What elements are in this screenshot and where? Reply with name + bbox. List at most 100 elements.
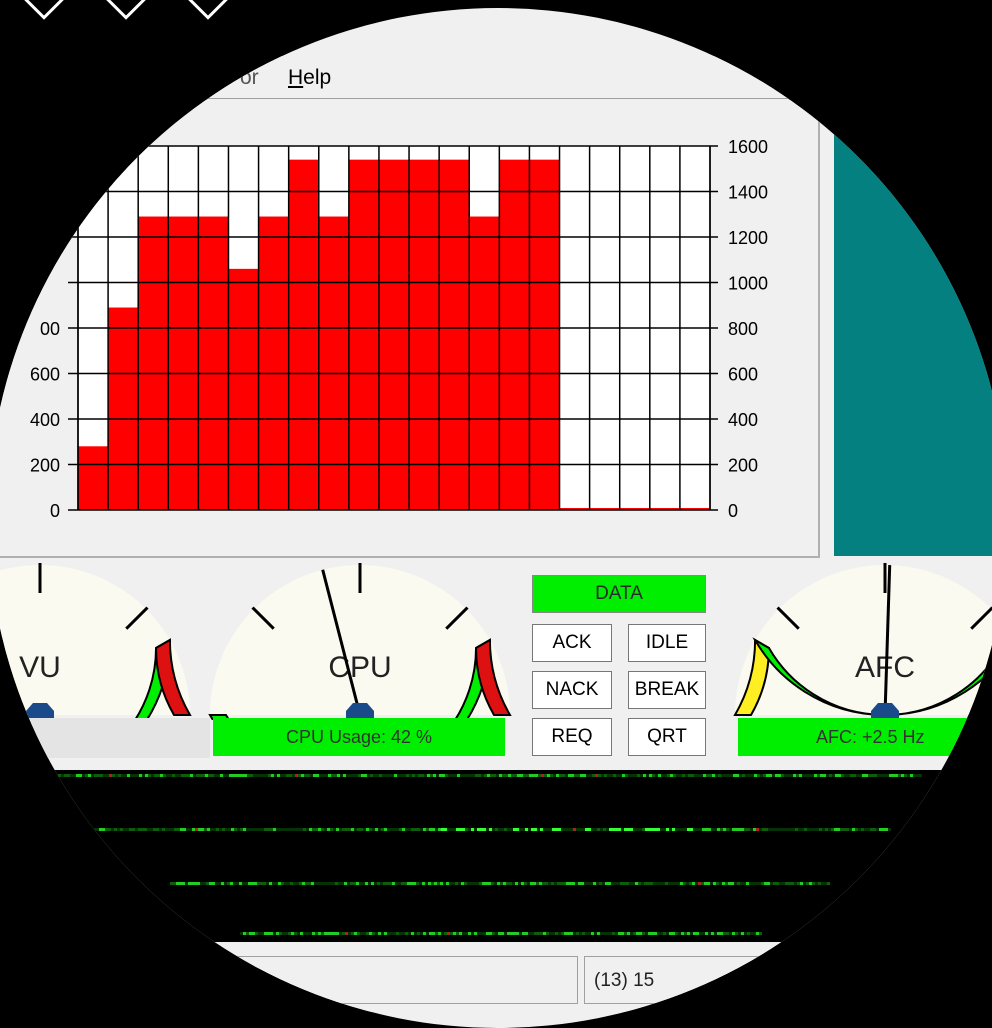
waterfall-pixel — [744, 932, 747, 935]
waterfall-pixel — [645, 828, 648, 831]
waterfall-pixel — [123, 828, 126, 831]
waterfall-pixel — [435, 828, 438, 831]
waterfall-pixel — [861, 828, 864, 831]
waterfall-pixel — [604, 774, 607, 777]
waterfall-pixel — [154, 774, 157, 777]
waterfall-pixel — [268, 774, 271, 777]
waterfall-pixel — [495, 828, 498, 831]
waterfall-pixel — [763, 774, 766, 777]
waterfall-pixel — [384, 828, 387, 831]
waterfall-pixel — [703, 774, 706, 777]
waterfall-pixel — [586, 774, 589, 777]
waterfall-pixel — [294, 828, 297, 831]
waterfall-pixel — [795, 828, 798, 831]
waterfall-pixel — [532, 774, 535, 777]
waterfall-pixel — [393, 828, 396, 831]
waterfall-pixel — [582, 828, 585, 831]
waterfall-pixel — [679, 774, 682, 777]
waterfall-pixel — [300, 828, 303, 831]
waterfall-pixel — [553, 774, 556, 777]
waterfall-pixel — [606, 828, 609, 831]
waterfall-pixel — [363, 932, 366, 935]
waterfall-pixel — [540, 828, 543, 831]
waterfall-pixel — [871, 774, 874, 777]
waterfall-pixel — [469, 774, 472, 777]
waterfall-pixel — [321, 828, 324, 831]
waterfall-pixel — [530, 882, 533, 885]
waterfall-pixel — [345, 932, 348, 935]
waterfall-pixel — [711, 932, 714, 935]
waterfall-pixel — [303, 932, 306, 935]
waterfall-pixel — [728, 882, 731, 885]
waterfall-pixel — [200, 882, 203, 885]
menu-item-help[interactable]: Help — [288, 66, 331, 90]
waterfall-pixel — [481, 774, 484, 777]
waterfall-pixel — [351, 932, 354, 935]
waterfall-pixel — [886, 774, 889, 777]
waterfall-pixel — [358, 774, 361, 777]
waterfall-pixel — [715, 774, 718, 777]
waterfall-pixel — [825, 828, 828, 831]
waterfall-pixel — [613, 774, 616, 777]
waterfall-pixel — [593, 882, 596, 885]
bar — [529, 159, 561, 510]
waterfall-pixel — [203, 882, 206, 885]
waterfall-pixel — [738, 828, 741, 831]
waterfall-pixel — [217, 774, 220, 777]
waterfall-pixel — [565, 774, 568, 777]
menu-item-monitor[interactable]: or — [240, 66, 259, 90]
waterfall-pixel — [423, 932, 426, 935]
waterfall-pixel — [291, 932, 294, 935]
waterfall-pixel — [369, 828, 372, 831]
waterfall-pixel — [526, 774, 529, 777]
waterfall-pixel — [631, 774, 634, 777]
waterfall-pixel — [269, 882, 272, 885]
waterfall-pixel — [588, 828, 591, 831]
waterfall-pixel — [568, 774, 571, 777]
waterfall-pixel — [390, 828, 393, 831]
waterfall-pixel — [172, 774, 175, 777]
waterfall-pixel — [759, 828, 762, 831]
display-panel — [834, 120, 992, 556]
waterfall-pixel — [578, 882, 581, 885]
waterfall-pixel — [880, 774, 883, 777]
waterfall-pixel — [547, 774, 550, 777]
waterfall-pixel — [527, 882, 530, 885]
waterfall-pixel — [288, 932, 291, 935]
waterfall-pixel — [419, 882, 422, 885]
waterfall-pixel — [885, 828, 888, 831]
waterfall-pixel — [195, 828, 198, 831]
waterfall-pixel — [609, 828, 612, 831]
waterfall-pixel — [589, 774, 592, 777]
waterfall-pixel — [275, 882, 278, 885]
waterfall-pixel — [244, 774, 247, 777]
waterfall-pixel — [438, 828, 441, 831]
waterfall-pixel — [731, 882, 734, 885]
waterfall-pixel — [913, 774, 916, 777]
waterfall-pixel — [240, 932, 243, 935]
waterfall-pixel — [682, 774, 685, 777]
waterfall-pixel — [615, 932, 618, 935]
waterfall-pixel — [821, 882, 824, 885]
waterfall-pixel — [94, 774, 97, 777]
waterfall-pixel — [540, 932, 543, 935]
waterfall-pixel — [16, 774, 19, 777]
waterfall-pixel — [285, 932, 288, 935]
waterfall-pixel — [510, 932, 513, 935]
waterfall-pixel — [668, 882, 671, 885]
waterfall-pixel — [563, 882, 566, 885]
waterfall-pixel — [524, 882, 527, 885]
waterfall-pixel — [822, 828, 825, 831]
waterfall-pixel — [477, 828, 480, 831]
waterfall-pixel — [760, 774, 763, 777]
waterfall-pixel — [151, 774, 154, 777]
waterfall-pixel — [819, 828, 822, 831]
waterfall-pixel — [511, 774, 514, 777]
waterfall-pixel — [314, 882, 317, 885]
waterfall-pixel — [486, 828, 489, 831]
waterfall-pixel — [349, 774, 352, 777]
waterfall-pixel — [610, 774, 613, 777]
waterfall-pixel — [558, 932, 561, 935]
waterfall-pixel — [735, 932, 738, 935]
waterfall-pixel — [864, 828, 867, 831]
